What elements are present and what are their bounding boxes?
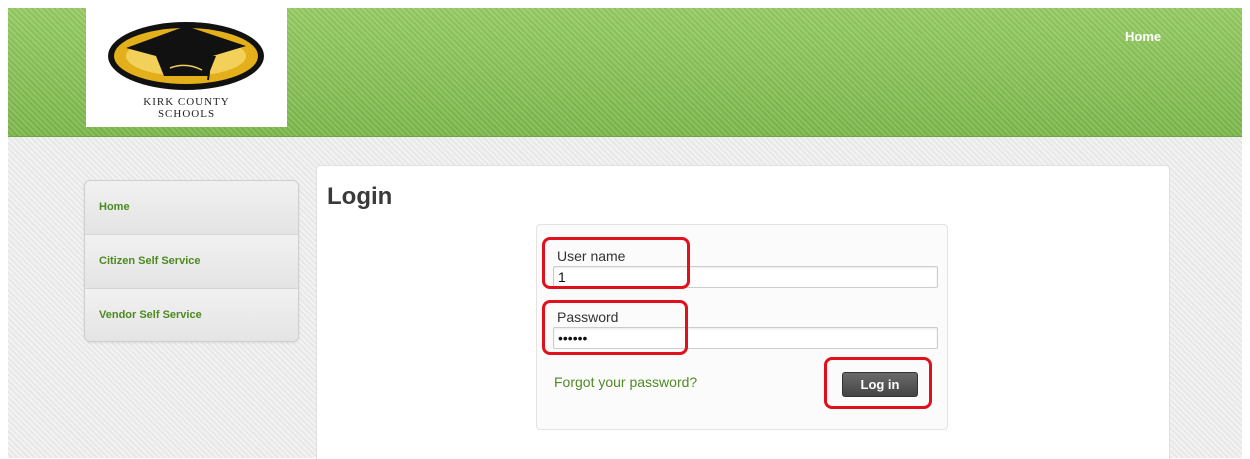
header-nav-home[interactable]: Home [1125,29,1161,44]
sidebar-item-citizen-self-service[interactable]: Citizen Self Service [85,235,298,289]
login-button[interactable]: Log in [842,372,918,397]
forgot-password-link[interactable]: Forgot your password? [554,374,697,390]
sidebar-item-home[interactable]: Home [85,181,298,235]
sidebar-item-vendor-self-service[interactable]: Vendor Self Service [85,289,298,341]
graduation-cap-logo-icon [108,22,264,90]
logo-text-line2: SCHOOLS [157,108,216,120]
password-label: Password [557,309,619,325]
sidebar-menu: Home Citizen Self Service Vendor Self Se… [84,180,299,342]
password-input[interactable] [553,327,938,349]
logo-text-line1: KIRK COUNTY [143,96,230,108]
username-input[interactable] [553,266,938,288]
page-title: Login [327,183,393,210]
school-logo[interactable]: KIRK COUNTY SCHOOLS [86,8,287,127]
username-label: User name [557,248,626,264]
